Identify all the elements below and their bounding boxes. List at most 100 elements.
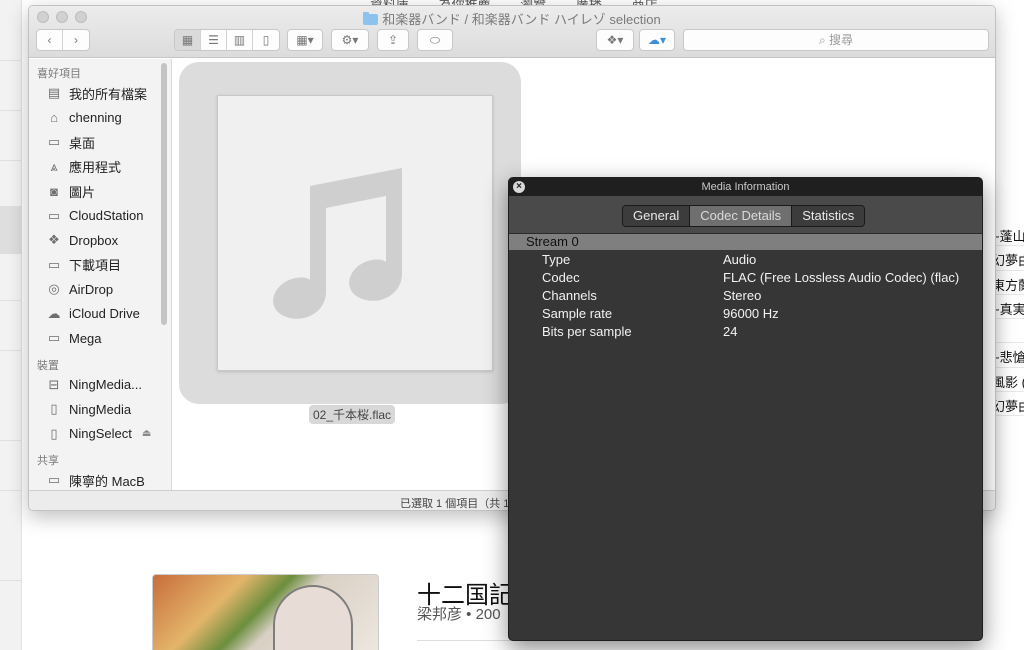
cloud-icon: ☁▾ bbox=[647, 33, 667, 47]
sidebar-item-label: NingSelect bbox=[69, 426, 132, 442]
sidebar-item-ningselect[interactable]: ▯ NingSelect ⏏ bbox=[29, 422, 171, 447]
detail-value: Stereo bbox=[723, 288, 762, 303]
stream-header[interactable]: Stream 0 bbox=[509, 233, 982, 250]
disk-icon: ▯ bbox=[50, 425, 58, 441]
status-text: 已選取 1 個項目（共 1 bbox=[400, 498, 510, 510]
sidebar-item-ningmedia-drive[interactable]: ⊟ NingMedia... bbox=[29, 373, 171, 398]
view-mode-control: ▦ ☰ ▥ ▯ bbox=[174, 29, 280, 51]
sidebar-item-label: NingMedia bbox=[69, 401, 132, 417]
sidebar-item-label: Dropbox bbox=[69, 232, 119, 248]
sidebar-item-ningmedia[interactable]: ▯ NingMedia bbox=[29, 397, 171, 422]
file-selection-highlight[interactable] bbox=[179, 62, 521, 404]
list-item[interactable]: ~蓬山 bbox=[992, 222, 1024, 247]
list-item[interactable]: 幻夢由 bbox=[992, 392, 1024, 417]
coverflow-icon: ▯ bbox=[262, 33, 270, 47]
sidebar-item-label: CloudStation bbox=[69, 208, 144, 224]
coverflow-view-button[interactable]: ▯ bbox=[253, 30, 279, 50]
tag-icon: ⬭ bbox=[429, 32, 441, 47]
all-files-icon: ▤ bbox=[47, 85, 61, 101]
forward-button[interactable]: › bbox=[63, 30, 89, 50]
file-thumbnail[interactable] bbox=[217, 95, 493, 371]
detail-row-channels: Channels Stereo bbox=[509, 287, 982, 305]
list-item[interactable]: 東方蘭 bbox=[992, 271, 1024, 295]
detail-row-bits-per-sample: Bits per sample 24 bbox=[509, 323, 982, 341]
list-item[interactable]: 幻夢由 bbox=[992, 246, 1024, 271]
file-name-label[interactable]: 02_千本桜.flac bbox=[309, 405, 396, 424]
tab-statistics[interactable]: Statistics bbox=[792, 206, 865, 226]
music-note-icon bbox=[273, 168, 402, 319]
sidebar-item-label: NingMedia... bbox=[69, 377, 142, 393]
applications-icon: ⩓ bbox=[50, 158, 58, 174]
media-tab-bar: General Codec Details Statistics bbox=[509, 196, 982, 234]
sidebar-header-devices: 裝置 bbox=[37, 359, 59, 372]
cloud-toolbar-button[interactable]: ☁▾ bbox=[639, 29, 675, 51]
dropbox-icon: ❖ bbox=[48, 232, 60, 248]
finder-sidebar: 喜好項目 ▤ 我的所有檔案 ⌂ chenning ▭ 桌面 ⩓ 應用程式 ◙ 圖片 ▭ Cl… bbox=[29, 59, 172, 490]
gear-icon: ⚙▾ bbox=[341, 33, 359, 47]
icon-view-button[interactable]: ▦ bbox=[175, 30, 201, 50]
album-subtitle: 梁邦彦 • 200 bbox=[417, 606, 501, 623]
background-track-list: ~蓬山 幻夢由 東方蘭 ~真実 ~悲愴 風影 ( 幻夢由 bbox=[992, 222, 1024, 417]
sidebar-item-icloud-drive[interactable]: ☁ iCloud Drive bbox=[29, 302, 171, 327]
detail-value: 96000 Hz bbox=[723, 306, 779, 321]
list-item[interactable]: ~悲愴 bbox=[992, 343, 1024, 368]
drive-icon: ⊟ bbox=[48, 376, 60, 392]
sidebar-item-applications[interactable]: ⩓ 應用程式 bbox=[29, 155, 171, 180]
media-panel-titlebar: × Media Information bbox=[509, 178, 982, 196]
tab-codec-details[interactable]: Codec Details bbox=[690, 206, 793, 226]
sidebar-item-label: AirDrop bbox=[69, 281, 114, 297]
airdrop-icon: ◎ bbox=[48, 281, 60, 297]
media-information-panel: × Media Information General Codec Detail… bbox=[508, 177, 983, 641]
back-button[interactable]: ‹ bbox=[37, 30, 63, 50]
sidebar-item-shared-mac[interactable]: ▭ 陳寧的 MacB bbox=[29, 468, 171, 490]
detail-row-type: Type Audio bbox=[509, 251, 982, 269]
sidebar-header-shared: 共享 bbox=[37, 455, 59, 467]
close-icon[interactable]: × bbox=[513, 181, 525, 193]
folder-icon: ▭ bbox=[47, 330, 61, 346]
sidebar-item-dropbox[interactable]: ❖ Dropbox bbox=[29, 228, 171, 253]
detail-row-sample-rate: Sample rate 96000 Hz bbox=[509, 305, 982, 323]
list-item[interactable]: 風影 ( bbox=[992, 368, 1024, 393]
share-icon: ⇪ bbox=[387, 33, 399, 47]
list-item[interactable] bbox=[992, 319, 1024, 344]
sidebar-scrollbar[interactable] bbox=[161, 63, 167, 325]
disk-icon: ▯ bbox=[50, 401, 58, 417]
list-item[interactable]: ~真実 bbox=[992, 295, 1024, 320]
sidebar-item-label: 應用程式 bbox=[69, 160, 122, 176]
search-input[interactable]: ⌕ 搜尋 bbox=[683, 29, 989, 51]
detail-row-codec: Codec FLAC (Free Lossless Audio Codec) (f… bbox=[509, 269, 982, 287]
album-cover-image[interactable] bbox=[152, 574, 379, 650]
media-panel-title: Media Information bbox=[701, 181, 790, 193]
sidebar-item-label: chenning bbox=[69, 110, 122, 126]
list-view-button[interactable]: ☰ bbox=[201, 30, 227, 50]
detail-key: Codec bbox=[542, 270, 580, 285]
search-icon: ⌕ bbox=[818, 33, 826, 47]
sidebar-item-cloudstation[interactable]: ▭ CloudStation bbox=[29, 204, 171, 229]
computer-icon: ▭ bbox=[47, 472, 61, 488]
sidebar-item-airdrop[interactable]: ◎ AirDrop bbox=[29, 277, 171, 302]
sidebar-item-all-files[interactable]: ▤ 我的所有檔案 bbox=[29, 81, 171, 106]
eject-icon[interactable]: ⏏ bbox=[142, 428, 151, 439]
detail-key: Bits per sample bbox=[542, 324, 632, 339]
detail-key: Type bbox=[542, 252, 571, 267]
search-placeholder: 搜尋 bbox=[829, 33, 854, 47]
detail-value: 24 bbox=[723, 324, 738, 339]
sidebar-item-home[interactable]: ⌂ chenning bbox=[29, 106, 171, 131]
chevron-right-icon: › bbox=[74, 33, 78, 47]
tab-general[interactable]: General bbox=[623, 206, 691, 226]
background-left-strip bbox=[0, 0, 22, 650]
sidebar-item-label: 桌面 bbox=[69, 135, 96, 151]
tags-button[interactable]: ⬭ bbox=[417, 29, 453, 51]
sidebar-item-downloads[interactable]: ▭ 下載項目 bbox=[29, 253, 171, 278]
sidebar-item-mega[interactable]: ▭ Mega bbox=[29, 326, 171, 351]
dropbox-toolbar-button[interactable]: ❖▾ bbox=[596, 29, 634, 51]
folder-icon: ▭ bbox=[47, 256, 61, 272]
action-button[interactable]: ⚙▾ bbox=[331, 29, 369, 51]
column-view-button[interactable]: ▥ bbox=[227, 30, 253, 50]
arrange-button[interactable]: ▦▾ bbox=[287, 29, 323, 51]
home-icon: ⌂ bbox=[50, 110, 58, 126]
sidebar-item-pictures[interactable]: ◙ 圖片 bbox=[29, 179, 171, 204]
share-button[interactable]: ⇪ bbox=[377, 29, 409, 51]
sidebar-item-label: Mega bbox=[69, 330, 102, 346]
sidebar-item-desktop[interactable]: ▭ 桌面 bbox=[29, 130, 171, 155]
